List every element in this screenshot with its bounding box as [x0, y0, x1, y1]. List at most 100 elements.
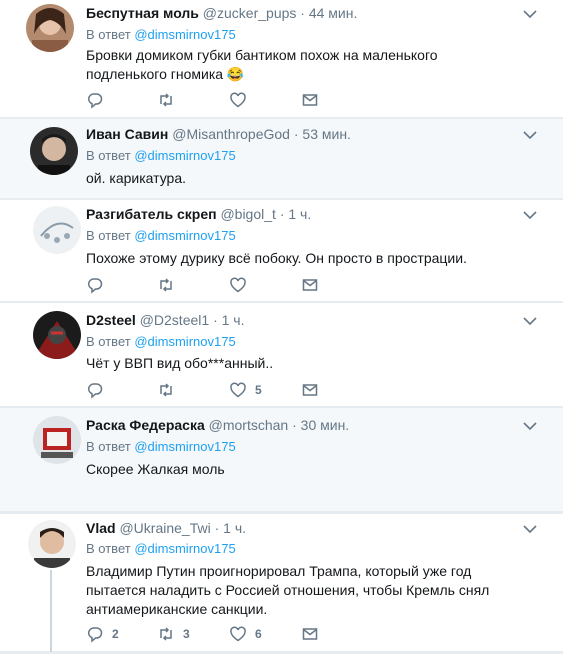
tweet-text: ой. карикатура. — [86, 170, 186, 186]
retweet-button[interactable] — [157, 381, 183, 399]
like-icon — [230, 92, 246, 108]
retweet-icon — [160, 93, 172, 107]
user-handle[interactable]: @MisanthropeGod — [172, 126, 290, 142]
reply-context: В ответ @dimsmirnov175 — [86, 541, 236, 557]
tweet-header: Разгибатель скреп @bigol_t · 1 ч. — [86, 205, 311, 223]
like-button[interactable] — [229, 276, 255, 294]
direct-message-icon — [302, 628, 318, 640]
tweet-text: Скорее Жалкая моль — [86, 461, 225, 477]
chevron-down-icon[interactable] — [523, 130, 537, 140]
user-name[interactable]: Беспутная моль — [86, 5, 199, 21]
tweet[interactable]: Беспутная моль @zucker_pups · 44 мин. В … — [0, 0, 563, 118]
direct-message-icon — [302, 279, 318, 291]
separator: · — [213, 312, 218, 328]
tweet-header: D2steel @D2steel1 · 1 ч. — [86, 311, 244, 329]
tweet-actions: 5 — [86, 381, 346, 399]
tweet-text: Похоже этому дурику всё побоку. Он прост… — [86, 250, 467, 266]
reply-button[interactable] — [86, 276, 112, 294]
user-name[interactable]: D2steel — [86, 312, 136, 328]
tweet[interactable]: Раска Федераска @mortschan · 30 мин. В о… — [0, 408, 563, 512]
replies-feed: Беспутная моль @zucker_pups · 44 мин. В … — [0, 0, 563, 652]
direct-message-button[interactable] — [301, 381, 319, 399]
separator: · — [279, 206, 285, 222]
tweet-header: Беспутная моль @zucker_pups · 44 мин. — [86, 4, 357, 22]
tweet-header: Иван Савин @MisanthropeGod · 53 мин. — [86, 125, 351, 143]
like-button[interactable] — [229, 91, 255, 109]
tweet[interactable]: Иван Савин @MisanthropeGod · 53 мин. В о… — [0, 119, 563, 199]
retweet-button[interactable]: 3 — [157, 625, 190, 643]
tweet[interactable]: D2steel @D2steel1 · 1 ч. В ответ @dimsmi… — [0, 303, 563, 407]
user-name[interactable]: Раска Федераска — [86, 417, 205, 433]
retweet-icon — [160, 627, 172, 641]
reply-mention-link[interactable]: @dimsmirnov175 — [134, 334, 235, 349]
like-icon — [230, 277, 246, 293]
retweet-button[interactable] — [157, 276, 183, 294]
like-count: 5 — [255, 383, 262, 397]
reply-button[interactable] — [86, 381, 112, 399]
chevron-down-icon[interactable] — [523, 316, 537, 326]
direct-message-button[interactable] — [301, 276, 319, 294]
direct-message-icon — [302, 384, 318, 396]
separator: · — [292, 417, 297, 433]
reply-count: 2 — [112, 627, 119, 641]
reply-icon — [88, 93, 103, 109]
chevron-down-icon[interactable] — [523, 421, 537, 431]
separator: · — [293, 126, 299, 142]
like-button[interactable]: 5 — [229, 381, 262, 399]
reply-mention-link[interactable]: @dimsmirnov175 — [134, 148, 235, 163]
reply-mention-link[interactable]: @dimsmirnov175 — [134, 541, 235, 556]
avatar[interactable] — [30, 127, 78, 175]
user-name[interactable]: Vlad — [86, 520, 116, 536]
reply-icon — [88, 627, 103, 643]
like-button[interactable]: 6 — [229, 625, 262, 643]
tweet[interactable]: Разгибатель скреп @bigol_t · 1 ч. В отве… — [0, 200, 563, 302]
tweet-actions — [86, 91, 346, 109]
avatar[interactable] — [33, 311, 81, 359]
timestamp[interactable]: 44 мин. — [309, 5, 358, 21]
tweet[interactable]: Vlad @Ukraine_Twi · 1 ч. В ответ @dimsmi… — [0, 514, 563, 652]
reply-mention-link[interactable]: @dimsmirnov175 — [134, 27, 235, 42]
chevron-down-icon[interactable] — [523, 9, 537, 19]
user-handle[interactable]: @bigol_t — [220, 206, 275, 222]
timestamp[interactable]: 1 ч. — [222, 312, 245, 328]
user-name[interactable]: Иван Савин — [86, 126, 168, 142]
user-handle[interactable]: @mortschan — [209, 417, 289, 433]
retweet-icon — [160, 383, 172, 397]
reply-mention-link[interactable]: @dimsmirnov175 — [134, 228, 235, 243]
chevron-down-icon[interactable] — [523, 524, 537, 534]
reply-button[interactable] — [86, 91, 112, 109]
tweet-text: Чёт у ВВП вид обо***анный.. — [86, 355, 274, 371]
reply-prefix: В ответ — [86, 228, 131, 243]
direct-message-icon — [302, 94, 318, 106]
reply-prefix: В ответ — [86, 541, 131, 556]
direct-message-button[interactable] — [301, 91, 319, 109]
timestamp[interactable]: 1 ч. — [288, 206, 311, 222]
avatar[interactable] — [26, 4, 74, 52]
reply-button[interactable]: 2 — [86, 625, 119, 643]
timestamp[interactable]: 30 мин. — [301, 417, 350, 433]
user-handle[interactable]: @D2steel1 — [140, 312, 209, 328]
retweet-button[interactable] — [157, 91, 183, 109]
direct-message-button[interactable] — [301, 625, 319, 643]
reply-context: В ответ @dimsmirnov175 — [86, 27, 236, 43]
thread-line — [50, 570, 52, 652]
like-icon — [230, 382, 246, 398]
reply-prefix: В ответ — [86, 439, 131, 454]
tweet-actions — [86, 276, 346, 294]
tweet-header: Раска Федераска @mortschan · 30 мин. — [86, 416, 349, 434]
timestamp[interactable]: 53 мин. — [302, 126, 351, 142]
user-handle[interactable]: @zucker_pups — [203, 5, 297, 21]
separator: · — [300, 5, 305, 21]
like-icon — [230, 626, 246, 642]
user-name[interactable]: Разгибатель скреп — [86, 206, 217, 222]
user-handle[interactable]: @Ukraine_Twi — [119, 520, 210, 536]
reply-prefix: В ответ — [86, 148, 131, 163]
reply-prefix: В ответ — [86, 27, 131, 42]
reply-context: В ответ @dimsmirnov175 — [86, 148, 236, 164]
timestamp[interactable]: 1 ч. — [223, 520, 246, 536]
avatar[interactable] — [33, 416, 81, 464]
avatar[interactable] — [33, 206, 81, 254]
reply-mention-link[interactable]: @dimsmirnov175 — [134, 439, 235, 454]
chevron-down-icon[interactable] — [523, 210, 537, 220]
avatar[interactable] — [28, 520, 76, 568]
